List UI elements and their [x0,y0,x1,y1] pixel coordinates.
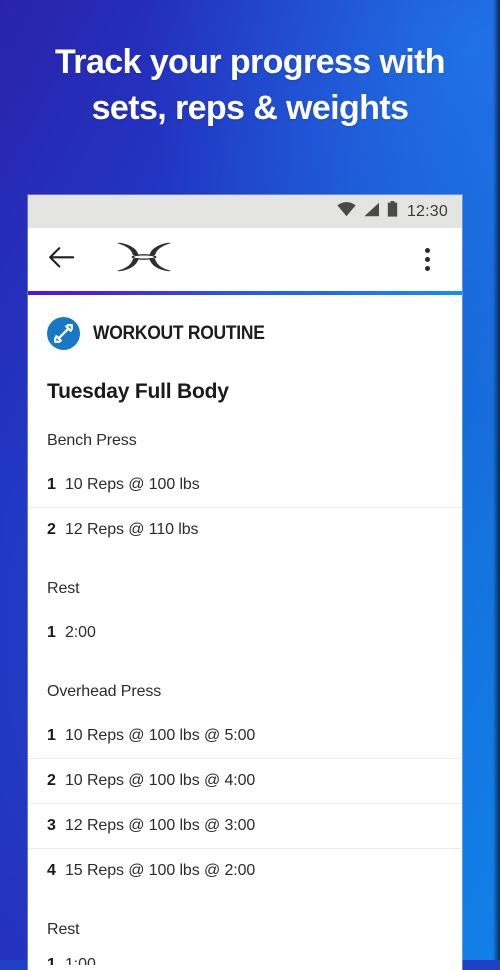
set-row[interactable]: 1 2:00 [28,611,462,655]
android-status-bar: 12:30 [28,195,462,228]
overflow-menu-icon [424,266,430,271]
overflow-menu-button[interactable] [410,248,444,271]
signal-icon [363,202,380,222]
set-detail: 10 Reps @ 100 lbs @ 5:00 [65,727,256,744]
set-row[interactable]: 2 12 Reps @ 110 lbs [28,507,462,552]
exercise-name: Rest [47,921,80,938]
status-bar-clock: 12:30 [406,202,448,220]
headline-line-2: sets, reps & weights [91,88,409,127]
set-detail: 10 Reps @ 100 lbs [65,476,200,493]
exercise-name: Rest [47,580,80,597]
set-row[interactable]: 1 10 Reps @ 100 lbs [28,463,462,507]
set-index: 1 [47,956,56,965]
set-index: 3 [47,817,56,834]
routine-header-label: WORKOUT ROUTINE [93,322,265,344]
set-row[interactable]: 1 10 Reps @ 100 lbs @ 5:00 [28,714,462,758]
back-button[interactable] [48,246,88,274]
battery-icon [387,201,398,222]
overflow-menu-icon [424,248,430,253]
exercise-list: Bench Press 1 10 Reps @ 100 lbs 2 12 Reps @ … [28,404,462,965]
exercise-name: Overhead Press [47,683,162,700]
set-row[interactable]: 4 15 Reps @ 100 lbs @ 2:00 [28,848,462,893]
set-detail: 15 Reps @ 100 lbs @ 2:00 [65,862,256,879]
exercise-name: Bench Press [47,432,137,449]
set-index: 1 [47,624,56,641]
wifi-icon [337,201,356,222]
set-row[interactable]: 3 12 Reps @ 100 lbs @ 3:00 [28,803,462,848]
phone-screenshot: 12:30 WORKOUT ROUTINE Tuesday Full Body … [28,195,462,970]
background-right-edge [493,0,500,960]
routine-header: WORKOUT ROUTINE [28,295,462,350]
set-detail: 1:00 [65,956,96,965]
set-index: 4 [47,862,56,879]
headline-line-1: Track your progress with [55,43,446,81]
set-row[interactable]: 2 10 Reps @ 100 lbs @ 4:00 [28,758,462,803]
overflow-menu-icon [424,257,430,262]
dumbbell-icon [47,317,80,350]
promo-headline: Track your progress with sets, reps & we… [0,42,500,130]
set-detail: 12 Reps @ 100 lbs @ 3:00 [65,817,256,834]
set-detail: 10 Reps @ 100 lbs @ 4:00 [65,772,256,789]
workout-content: WORKOUT ROUTINE Tuesday Full Body Bench … [28,295,462,970]
set-index: 2 [47,772,56,789]
set-index: 1 [47,727,56,744]
back-arrow-icon [48,246,75,274]
set-index: 1 [47,476,56,493]
set-detail: 2:00 [65,624,96,641]
under-armour-logo[interactable] [113,240,175,279]
set-row[interactable]: 1 1:00 [28,952,462,965]
under-armour-logo-icon [113,240,175,279]
set-detail: 12 Reps @ 110 lbs [65,521,199,538]
set-index: 2 [47,521,56,538]
app-bar [28,228,462,291]
workout-name: Tuesday Full Body [47,380,229,403]
